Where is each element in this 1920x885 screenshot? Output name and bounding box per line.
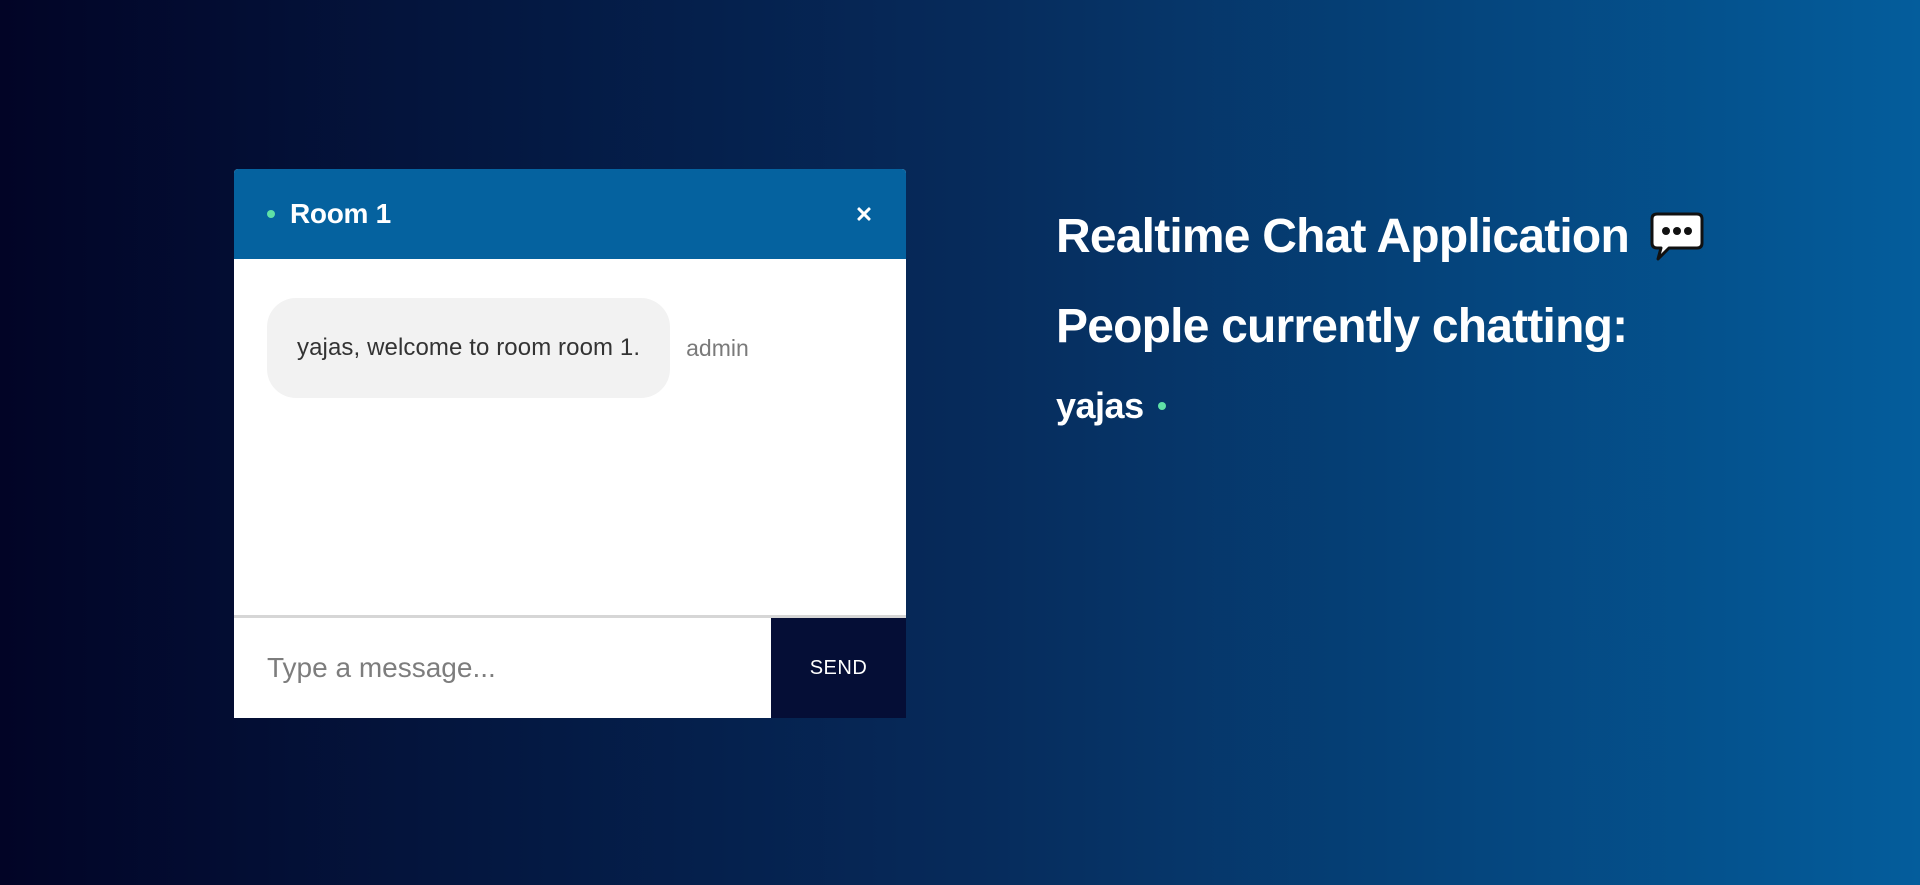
- info-panel: Realtime Chat Application People current…: [1056, 205, 1705, 443]
- chat-window: Room 1 yajas, welcome to room room 1. ad…: [234, 169, 906, 718]
- people-heading: People currently chatting:: [1056, 300, 1628, 353]
- online-indicator: [267, 210, 275, 218]
- app-title: Realtime Chat Application: [1056, 205, 1705, 269]
- message-row: yajas, welcome to room room 1. admin: [267, 298, 873, 398]
- message-composer: SEND: [234, 615, 906, 718]
- messages-container: yajas, welcome to room room 1. admin: [234, 259, 906, 615]
- app-title-text: Realtime Chat Application: [1056, 210, 1630, 263]
- online-indicator: [1157, 402, 1166, 410]
- message-bubble: yajas, welcome to room room 1.: [267, 298, 671, 398]
- user-list-item: yajas: [1056, 385, 1705, 427]
- chat-header: Room 1: [234, 169, 906, 259]
- send-button[interactable]: SEND: [771, 618, 906, 718]
- user-name: yajas: [1056, 385, 1144, 426]
- room-title: Room 1: [290, 198, 391, 229]
- user-list: yajas: [1056, 385, 1705, 427]
- message-input[interactable]: [234, 618, 771, 718]
- close-icon[interactable]: [853, 203, 875, 225]
- speech-bubble-icon: [1650, 212, 1704, 261]
- message-sender: admin: [686, 334, 749, 361]
